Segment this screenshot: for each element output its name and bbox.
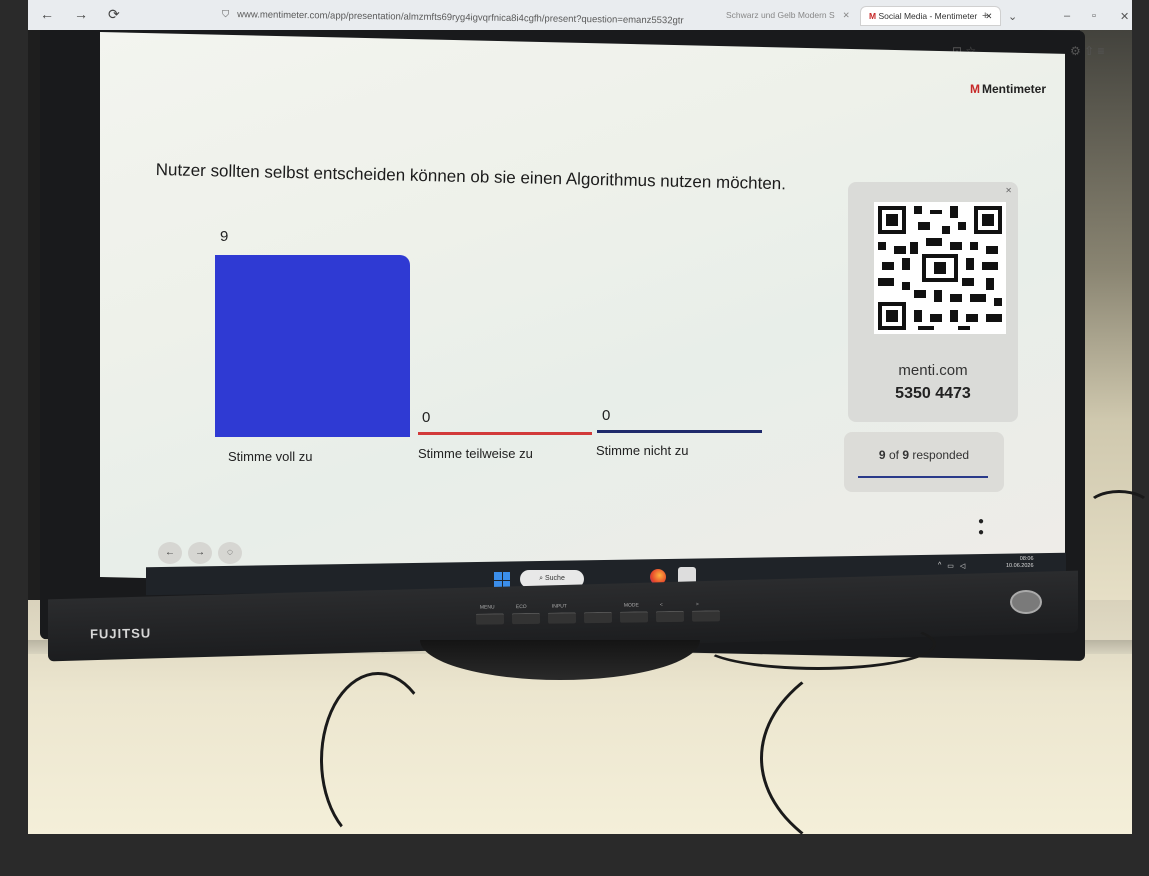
bar-stimme-teilweise-zu — [418, 432, 592, 435]
lightbulb-icon[interactable]: ◌ — [218, 542, 242, 564]
responded-of: of — [888, 448, 899, 462]
new-tab-icon[interactable]: + — [982, 10, 988, 22]
monitor-button-label: ECO — [515, 603, 527, 611]
mentimeter-mark-icon: M — [970, 82, 980, 96]
maximize-icon[interactable]: ▫ — [1092, 10, 1096, 22]
back-icon[interactable]: ← — [40, 6, 54, 23]
monitor-button[interactable]: MENU — [475, 604, 505, 625]
responded-progress — [858, 476, 988, 478]
mentimeter-logo: M Mentimeter — [970, 82, 1046, 96]
category-label-1: Stimme voll zu — [228, 449, 313, 464]
clock-time: 08:06 — [1019, 556, 1034, 562]
forward-icon[interactable]: → — [74, 6, 88, 23]
responded-count: 9 — [878, 448, 886, 462]
category-label-2: Stimme teilweise zu — [418, 446, 533, 461]
minimize-icon[interactable]: – — [1064, 10, 1070, 22]
monitor-button[interactable]: < — [655, 602, 685, 623]
chevron-up-icon[interactable]: ^ — [938, 562, 941, 570]
responded-panel: 9 of 9 responded — [844, 432, 1004, 492]
shield-icon: ⛉ — [221, 8, 230, 21]
taskbar-clock[interactable]: 08:06 10.06.2026 — [1006, 556, 1034, 570]
hand-icon[interactable]: ● — [978, 527, 984, 538]
bar-stimme-nicht-zu — [597, 430, 762, 433]
system-tray: ^ ▭ ◁ — [938, 562, 965, 570]
cable — [760, 640, 1106, 876]
join-panel: ✕ menti.com 5350 4473 — [848, 182, 1018, 422]
volume-icon[interactable]: ◁ — [960, 562, 965, 570]
monitor-button-label: MODE — [623, 602, 639, 609]
next-slide-button[interactable]: → — [188, 542, 212, 564]
chevron-down-icon[interactable]: ⌄ — [1008, 10, 1017, 23]
window-close-icon[interactable]: ✕ — [1120, 10, 1129, 23]
responded-text: 9 of 9 responded — [844, 448, 1004, 462]
monitor-button[interactable]: MODE — [619, 602, 649, 623]
monitor-button[interactable]: > — [691, 602, 721, 622]
search-label: Suche — [545, 575, 565, 582]
monitor-button[interactable]: ECO — [511, 604, 541, 625]
cable — [1086, 490, 1149, 526]
responded-suffix: responded — [912, 448, 970, 462]
cable — [320, 672, 436, 848]
join-code: 5350 4473 — [895, 385, 971, 402]
monitor-button[interactable] — [583, 611, 613, 624]
network-icon[interactable]: ▭ — [947, 562, 954, 570]
value-label-1: 9 — [220, 228, 229, 245]
eco-eye-icon — [1010, 590, 1042, 614]
info-icon[interactable]: ● — [978, 516, 984, 527]
prev-slide-button[interactable]: ← — [158, 542, 182, 564]
clock-date: 10.06.2026 — [1006, 563, 1034, 569]
extensions-icon[interactable]: ⚙ ⇧ ≡ — [1070, 44, 1104, 58]
reload-icon[interactable]: ⟳ — [108, 6, 120, 23]
monitor-button-label: < — [659, 602, 663, 609]
monitor-button-label: > — [695, 601, 699, 608]
monitor-brand-logo: FUJITSU — [89, 625, 152, 642]
join-url: menti.com — [898, 362, 968, 379]
monitor-button-label: INPUT — [551, 603, 567, 610]
logo-text: Mentimeter — [982, 82, 1047, 96]
nav-controls: ← → ⟳ — [40, 6, 120, 23]
value-label-2: 0 — [422, 409, 431, 426]
responded-total: 9 — [902, 448, 909, 462]
bar-stimme-voll-zu — [215, 255, 410, 437]
qr-code — [874, 202, 1006, 334]
monitor-button[interactable]: INPUT — [547, 603, 577, 624]
category-label-3: Stimme nicht zu — [596, 443, 689, 458]
close-icon[interactable]: ✕ — [1005, 186, 1012, 195]
monitor-button-label: MENU — [479, 604, 495, 611]
url-text: www.mentimeter.com/app/presentation/almz… — [237, 9, 684, 27]
side-controls: ● ● — [978, 516, 984, 538]
value-label-3: 0 — [602, 407, 611, 424]
